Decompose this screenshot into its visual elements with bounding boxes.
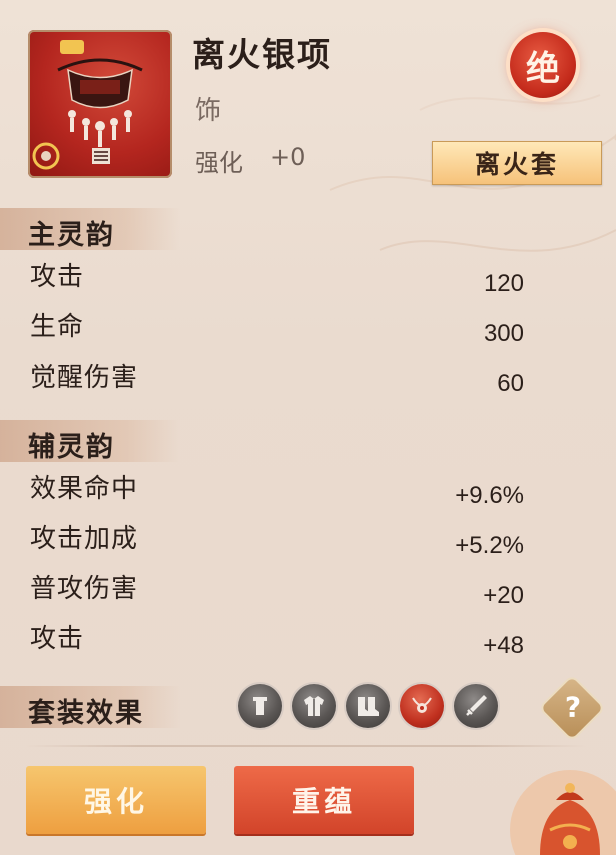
main-stats-header: 主灵韵 — [0, 208, 180, 251]
reroll-button[interactable]: 重蕴 — [234, 766, 414, 834]
sub-stat-value: +9.6% — [455, 482, 524, 509]
sub-stat-value: +48 — [483, 632, 524, 659]
item-name: 离火银项 — [192, 35, 332, 74]
sub-stat-name: 效果命中 — [30, 474, 139, 504]
sub-stat-name: 攻击加成 — [30, 524, 139, 554]
divider — [26, 745, 586, 747]
sub-stats-header: 辅灵韵 — [0, 420, 180, 463]
main-stat-value: 60 — [497, 370, 524, 397]
armor-icon — [304, 696, 324, 716]
set-name-tag[interactable]: 离火套 — [432, 141, 602, 185]
set-piece-boots[interactable] — [346, 684, 390, 728]
sword-icon — [466, 695, 487, 716]
enhance-label: 强化 — [195, 149, 243, 177]
boots-icon — [358, 697, 379, 716]
set-name-label: 离火套 — [474, 150, 559, 179]
main-stats-title: 主灵韵 — [28, 220, 115, 251]
set-piece-necklace[interactable] — [400, 684, 444, 728]
main-stat-name: 攻击 — [30, 262, 85, 292]
main-stat-value: 300 — [483, 320, 524, 347]
sub-stat-name: 普攻伤害 — [30, 574, 139, 604]
main-stat-value: 120 — [483, 270, 524, 297]
item-type: 饰 — [195, 96, 222, 126]
rarity-badge: 绝 — [510, 32, 576, 98]
necklace-icon — [32, 40, 143, 170]
enhance-button-label: 强化 — [83, 785, 148, 818]
lantern-decoration-icon — [510, 770, 616, 855]
item-icon-frame[interactable] — [28, 30, 172, 178]
equipment-detail-panel: 离火银项 饰 强化 +0 绝 离火套 主灵韵 攻击 120 生命 300 觉醒伤… — [0, 0, 616, 855]
main-stat-name: 觉醒伤害 — [30, 363, 139, 393]
enhance-level: +0 — [270, 143, 306, 171]
enhance-button[interactable]: 强化 — [26, 766, 206, 834]
reroll-button-label: 重蕴 — [291, 785, 356, 818]
necklace-icon — [412, 697, 432, 713]
set-piece-armor[interactable] — [292, 684, 336, 728]
rarity-label: 绝 — [526, 48, 560, 89]
main-stat-name: 生命 — [30, 312, 85, 342]
sub-stat-name: 攻击 — [30, 624, 85, 654]
sub-stats-title: 辅灵韵 — [28, 432, 115, 463]
set-effect-help-button[interactable]: ? — [540, 676, 604, 740]
helmet-icon — [253, 697, 267, 715]
set-piece-weapon[interactable] — [454, 684, 498, 728]
set-piece-helmet[interactable] — [238, 684, 282, 728]
set-effect-header: 套装效果 — [0, 686, 180, 729]
sub-stat-value: +5.2% — [455, 532, 524, 559]
help-icon: ? — [564, 690, 582, 724]
set-effect-title: 套装效果 — [28, 698, 144, 729]
sub-stat-value: +20 — [483, 582, 524, 609]
